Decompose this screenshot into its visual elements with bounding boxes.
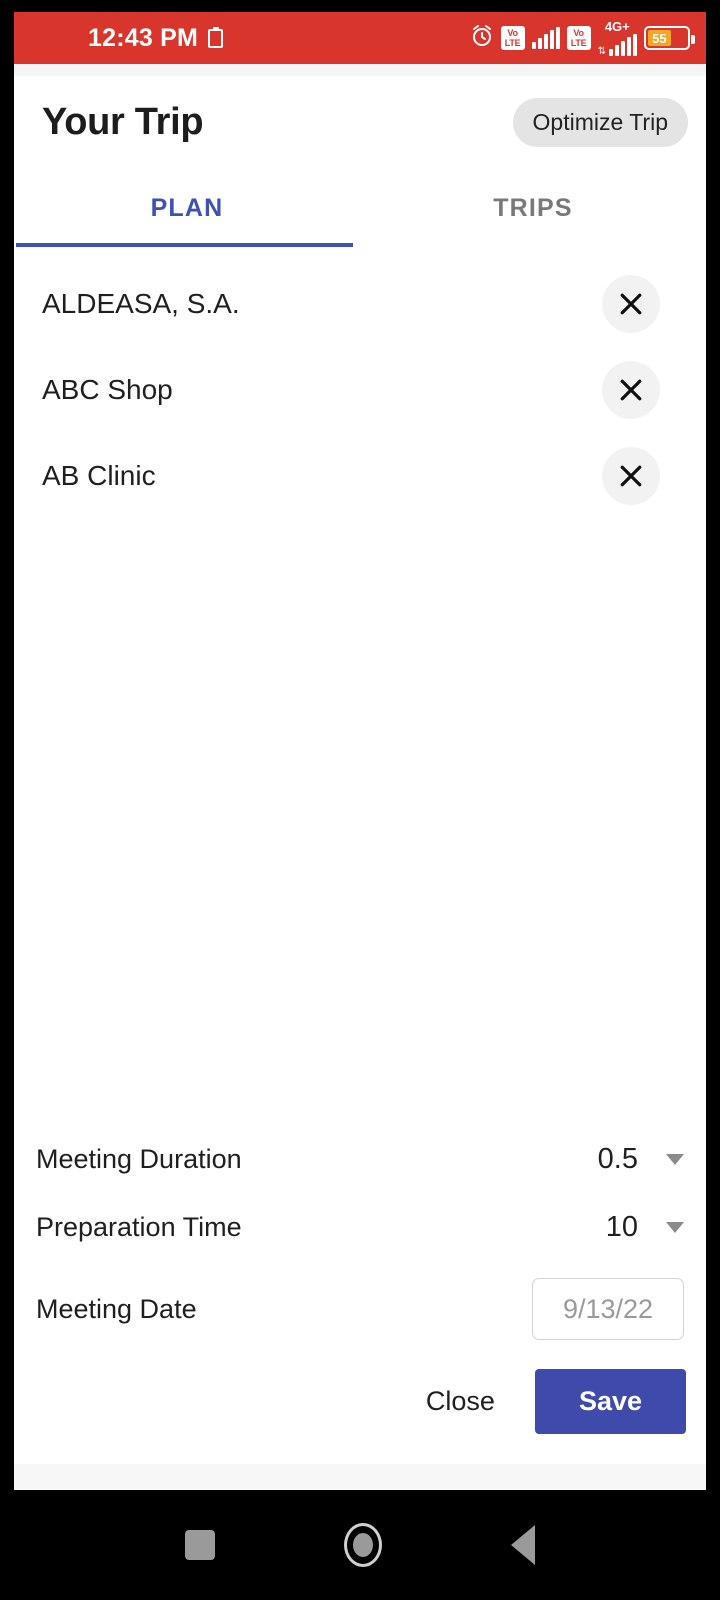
optimize-trip-button[interactable]: Optimize Trip: [512, 97, 688, 147]
battery-fill: 55: [648, 30, 671, 46]
signal-bars-sim1-icon: [531, 27, 560, 49]
volte-vo-text-2: Vo: [573, 28, 584, 38]
preparation-time-label: Preparation Time: [36, 1211, 242, 1242]
signal-bars-sim2-icon: ⇅: [597, 33, 637, 57]
app-bar: Your Trip Optimize Trip: [14, 76, 706, 168]
list-item[interactable]: ABC Shop: [14, 347, 706, 433]
status-bar-clock: 12:43 PM: [88, 23, 198, 52]
close-button[interactable]: Close: [420, 1376, 501, 1427]
page-title: Your Trip: [42, 100, 204, 143]
meeting-date-input[interactable]: [532, 1278, 684, 1340]
preparation-time-value: 10: [605, 1210, 638, 1243]
close-icon: [616, 289, 646, 319]
meeting-duration-label: Meeting Duration: [36, 1143, 242, 1174]
triangle-back-icon[interactable]: [511, 1525, 536, 1565]
volte-vo-text: Vo: [507, 28, 518, 38]
status-bar-divider: [14, 64, 706, 76]
status-bar-right: Vo LTE Vo LTE 4G+ ⇅ 55: [470, 18, 695, 57]
meeting-date-row: Meeting Date: [36, 1261, 684, 1357]
android-navigation-bar: [0, 1490, 720, 1600]
battery-saver-icon: +: [208, 26, 223, 48]
mobile-data-group: 4G+ ⇅: [597, 18, 637, 57]
list-item[interactable]: AB Clinic: [14, 433, 706, 519]
volte-lte-text-2: LTE: [570, 38, 587, 48]
tab-trips[interactable]: TRIPS: [360, 168, 706, 247]
close-icon: [616, 375, 646, 405]
chevron-down-icon[interactable]: [666, 1221, 684, 1233]
circle-home-icon[interactable]: [343, 1523, 382, 1567]
volte-sim2-icon: Vo LTE: [566, 26, 591, 50]
data-transfer-arrows-icon: ⇅: [597, 45, 606, 57]
tab-bar: PLAN TRIPS: [14, 168, 706, 247]
dialog-actions: Close Save: [14, 1357, 706, 1464]
stop-name: ABC Shop: [42, 374, 173, 405]
volte-lte-text: LTE: [504, 38, 521, 48]
phone-device-frame: 12:43 PM + Vo LTE Vo LTE 4G+ ⇅ 55 Your T…: [0, 0, 720, 1600]
stop-name: ALDEASA, S.A.: [42, 288, 240, 319]
meeting-duration-control[interactable]: 0.5: [598, 1143, 684, 1176]
preparation-time-row: Preparation Time 10: [36, 1193, 684, 1261]
preparation-time-control[interactable]: 10: [606, 1211, 684, 1244]
remove-stop-button[interactable]: [602, 447, 660, 505]
network-type-label: 4G+: [604, 18, 630, 34]
tab-plan[interactable]: PLAN: [14, 168, 360, 247]
remove-stop-button[interactable]: [602, 361, 660, 419]
status-bar: 12:43 PM + Vo LTE Vo LTE 4G+ ⇅ 55: [14, 12, 706, 64]
battery-percent-label: 55: [652, 30, 667, 46]
screen-bottom-padding: [14, 1464, 706, 1490]
chevron-down-icon[interactable]: [666, 1153, 684, 1165]
stop-name: AB Clinic: [42, 460, 156, 491]
battery-saver-glyph: +: [211, 30, 220, 46]
phone-screen: 12:43 PM + Vo LTE Vo LTE 4G+ ⇅ 55 Your T…: [14, 12, 706, 1490]
square-recents-icon[interactable]: [184, 1530, 215, 1560]
tab-active-indicator: [16, 243, 353, 247]
status-bar-left: 12:43 PM +: [88, 24, 223, 53]
meeting-duration-value: 0.5: [597, 1142, 638, 1175]
trip-stop-list: ALDEASA, S.A. ABC Shop AB Clinic: [14, 247, 706, 1125]
save-button[interactable]: Save: [534, 1369, 686, 1434]
volte-sim1-icon: Vo LTE: [500, 26, 525, 50]
list-item[interactable]: ALDEASA, S.A.: [14, 261, 706, 347]
close-icon: [616, 461, 646, 491]
alarm-clock-icon: [470, 24, 494, 53]
meeting-date-label: Meeting Date: [36, 1293, 197, 1324]
battery-icon: 55: [644, 26, 695, 50]
trip-settings-form: Meeting Duration 0.5 Preparation Time 10…: [14, 1125, 706, 1357]
meeting-duration-row: Meeting Duration 0.5: [36, 1125, 684, 1193]
remove-stop-button[interactable]: [602, 275, 660, 333]
